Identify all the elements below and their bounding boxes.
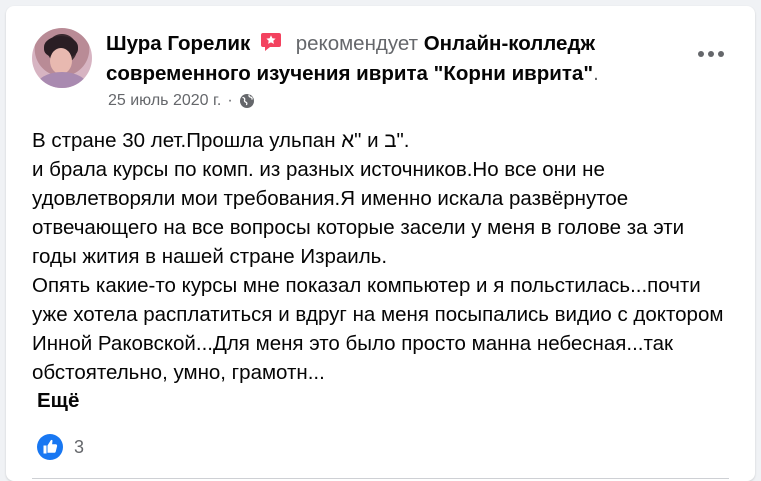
avatar[interactable] (32, 28, 92, 88)
post-card: Шура Горелик рекомендует Онлайн-колледж … (6, 6, 755, 481)
globe-icon[interactable] (239, 93, 255, 109)
meta-separator: · (227, 92, 233, 109)
page-name-suffix: . (593, 62, 599, 85)
reaction-count: 3 (74, 436, 85, 457)
like-icon (36, 433, 64, 461)
author-name[interactable]: Шура Горелик (106, 32, 250, 55)
post-body-text: В стране 30 лет.Прошла ульпан א" и ב". и… (32, 129, 724, 384)
more-options-icon[interactable] (694, 42, 728, 66)
post-meta: 25 июль 2020 г. · (108, 92, 255, 110)
divider (32, 478, 729, 479)
post-date[interactable]: 25 июль 2020 г. (108, 92, 221, 110)
action-text: рекомендует (295, 32, 418, 55)
post-header: Шура Горелик рекомендует Онлайн-колледж … (106, 29, 666, 89)
see-more-link[interactable]: Ещё (37, 386, 79, 415)
recommend-star-icon (260, 31, 282, 51)
reactions-summary[interactable]: 3 (36, 433, 84, 461)
